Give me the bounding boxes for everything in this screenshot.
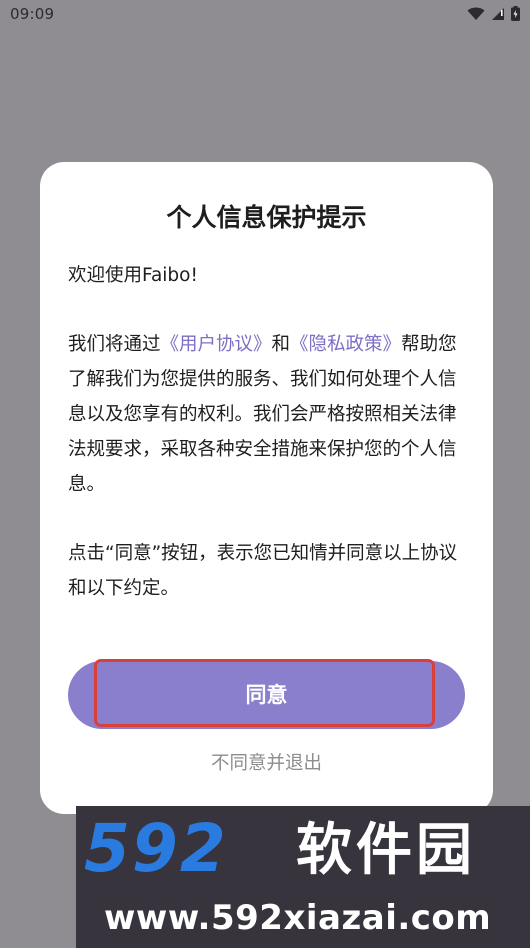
para1-prefix: 我们将通过 bbox=[68, 334, 161, 355]
status-bar: 09:09 bbox=[0, 0, 530, 30]
status-time: 09:09 bbox=[10, 5, 55, 23]
watermark-url: www.592xiazai.com bbox=[104, 898, 492, 938]
wifi-icon bbox=[467, 7, 485, 21]
privacy-policy-link[interactable]: 《隐私政策》 bbox=[290, 334, 401, 355]
watermark-name: 软件园 bbox=[296, 818, 476, 883]
agree-button[interactable]: 同意 bbox=[68, 661, 465, 729]
user-agreement-link[interactable]: 《用户协议》 bbox=[161, 334, 272, 355]
dialog-body: 欢迎使用Faibo! 我们将通过《用户协议》和《隐私政策》帮助您了解我们为您提供… bbox=[68, 258, 468, 606]
consent-paragraph: 点击“同意”按钮，表示您已知情并同意以上协议和以下约定。 bbox=[68, 543, 458, 599]
watermark-logo-number: 592 bbox=[84, 810, 228, 887]
status-icons bbox=[467, 6, 520, 21]
para1-suffix: 帮助您了解我们为您提供的服务、我们如何处理个人信息以及您享有的权利。我们会严格按… bbox=[68, 334, 457, 495]
watermark: 592 软件园 www.592xiazai.com bbox=[76, 806, 530, 948]
dialog-title: 个人信息保护提示 bbox=[166, 203, 367, 232]
welcome-text: 欢迎使用Faibo! bbox=[68, 265, 198, 286]
signal-icon bbox=[491, 7, 505, 21]
agreement-paragraph: 我们将通过《用户协议》和《隐私政策》帮助您了解我们为您提供的服务、我们如何处理个… bbox=[68, 327, 468, 502]
battery-icon bbox=[511, 6, 520, 21]
and-text: 和 bbox=[271, 334, 291, 355]
privacy-dialog: 个人信息保护提示 欢迎使用Faibo! 我们将通过《用户协议》和《隐私政策》帮助… bbox=[40, 162, 493, 814]
disagree-exit-button[interactable]: 不同意并退出 bbox=[40, 749, 493, 775]
